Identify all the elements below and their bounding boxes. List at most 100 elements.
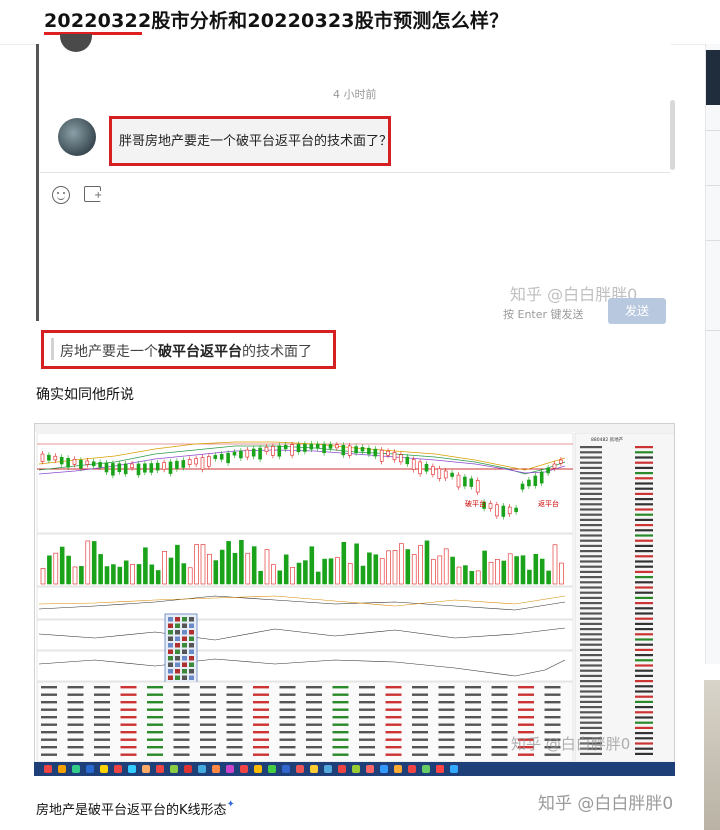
volume-bar (200, 544, 206, 585)
taskbar-app-icon[interactable] (338, 765, 346, 773)
side-row-value (635, 685, 653, 688)
table-cell (438, 693, 455, 696)
table-cell (94, 693, 110, 696)
side-row-label (580, 529, 602, 532)
table-cell (544, 716, 561, 719)
taskbar-app-icon[interactable] (128, 765, 136, 773)
volume-bar (194, 544, 199, 585)
chat-scrollbar[interactable] (670, 100, 675, 170)
table-cell (544, 701, 561, 704)
table-cell (253, 686, 269, 689)
volume-bar (290, 567, 295, 585)
candle-body (98, 462, 102, 468)
tool-icon (182, 643, 187, 648)
candle-body (552, 463, 557, 469)
table-cell (173, 723, 190, 726)
side-row-value (635, 700, 653, 703)
tool-icon (175, 636, 180, 641)
taskbar-app-icon[interactable] (450, 765, 458, 773)
volume-bar (168, 557, 174, 585)
image-upload-icon[interactable] (84, 186, 103, 202)
table-cell (94, 738, 110, 741)
taskbar-app-icon[interactable] (366, 765, 374, 773)
taskbar-app-icon[interactable] (324, 765, 332, 773)
side-row-value (635, 648, 653, 651)
table-cell (173, 693, 190, 696)
sparkle-icon: ✦ (226, 799, 235, 810)
quote-prefix: 房地产要走一个 (60, 344, 158, 360)
table-cell (226, 738, 243, 741)
side-row-value (635, 752, 653, 755)
taskbar-app-icon[interactable] (226, 765, 234, 773)
send-button[interactable]: 发送 (608, 298, 666, 324)
tool-icon (175, 662, 180, 667)
candle-body (379, 449, 384, 462)
volume-bar (104, 566, 110, 585)
table-cell (226, 701, 243, 704)
taskbar-app-icon[interactable] (156, 765, 164, 773)
table-cell (253, 693, 269, 696)
table-cell (253, 731, 269, 734)
side-row-label (580, 461, 602, 464)
taskbar-app-icon[interactable] (394, 765, 402, 773)
side-row-label (580, 602, 602, 605)
taskbar-app-icon[interactable] (44, 765, 52, 773)
candle-body (405, 456, 410, 465)
side-row-label (580, 503, 602, 506)
taskbar-app-icon[interactable] (268, 765, 276, 773)
table-cell (491, 723, 508, 726)
volume-bar (213, 560, 219, 585)
table-cell (306, 753, 322, 756)
taskbar-app-icon[interactable] (422, 765, 430, 773)
table-cell (544, 753, 561, 756)
taskbar-app-icon[interactable] (352, 765, 360, 773)
tool-icon (189, 636, 194, 641)
table-cell (332, 746, 349, 749)
taskbar-app-icon[interactable] (240, 765, 248, 773)
candle-body (399, 454, 403, 463)
taskbar-app-icon[interactable] (100, 765, 108, 773)
candle-body (328, 444, 333, 449)
side-row-label (580, 680, 602, 683)
taskbar-app-icon[interactable] (86, 765, 94, 773)
taskbar-app-icon[interactable] (114, 765, 122, 773)
table-cell (226, 708, 243, 711)
sidebar-dark-block[interactable] (706, 50, 720, 105)
table-cell (94, 723, 110, 726)
side-row-value (635, 570, 653, 573)
volume-bar (91, 541, 97, 585)
taskbar-app-icon[interactable] (282, 765, 290, 773)
table-cell (465, 746, 481, 749)
emoji-icon[interactable] (52, 186, 70, 204)
table-cell (147, 738, 163, 741)
table-cell (465, 738, 481, 741)
side-row-label (580, 695, 602, 698)
table-cell (412, 723, 428, 726)
volume-bar (309, 546, 315, 585)
taskbar-app-icon[interactable] (408, 765, 416, 773)
table-cell (120, 723, 137, 726)
taskbar-app-icon[interactable] (310, 765, 318, 773)
table-cell (412, 716, 428, 719)
table-cell (67, 746, 84, 749)
taskbar-app-icon[interactable] (436, 765, 444, 773)
taskbar-app-icon[interactable] (72, 765, 80, 773)
tool-icon (168, 656, 173, 661)
volume-bar (40, 568, 46, 585)
taskbar-app-icon[interactable] (296, 765, 304, 773)
question-title[interactable]: 20220322股市分析和20220323股市预测怎么样？ (44, 6, 508, 33)
volume-bar (59, 546, 65, 585)
taskbar-app-icon[interactable] (380, 765, 388, 773)
side-row-value (635, 680, 653, 683)
taskbar-app-icon[interactable] (58, 765, 66, 773)
side-row-value (635, 591, 653, 594)
taskbar-app-icon[interactable] (142, 765, 150, 773)
taskbar-app-icon[interactable] (170, 765, 178, 773)
candle-body (213, 455, 218, 459)
volume-bar (47, 555, 52, 585)
taskbar-app-icon[interactable] (212, 765, 220, 773)
taskbar-app-icon[interactable] (254, 765, 262, 773)
taskbar-app-icon[interactable] (198, 765, 206, 773)
table-cell (332, 753, 349, 756)
taskbar-app-icon[interactable] (184, 765, 192, 773)
